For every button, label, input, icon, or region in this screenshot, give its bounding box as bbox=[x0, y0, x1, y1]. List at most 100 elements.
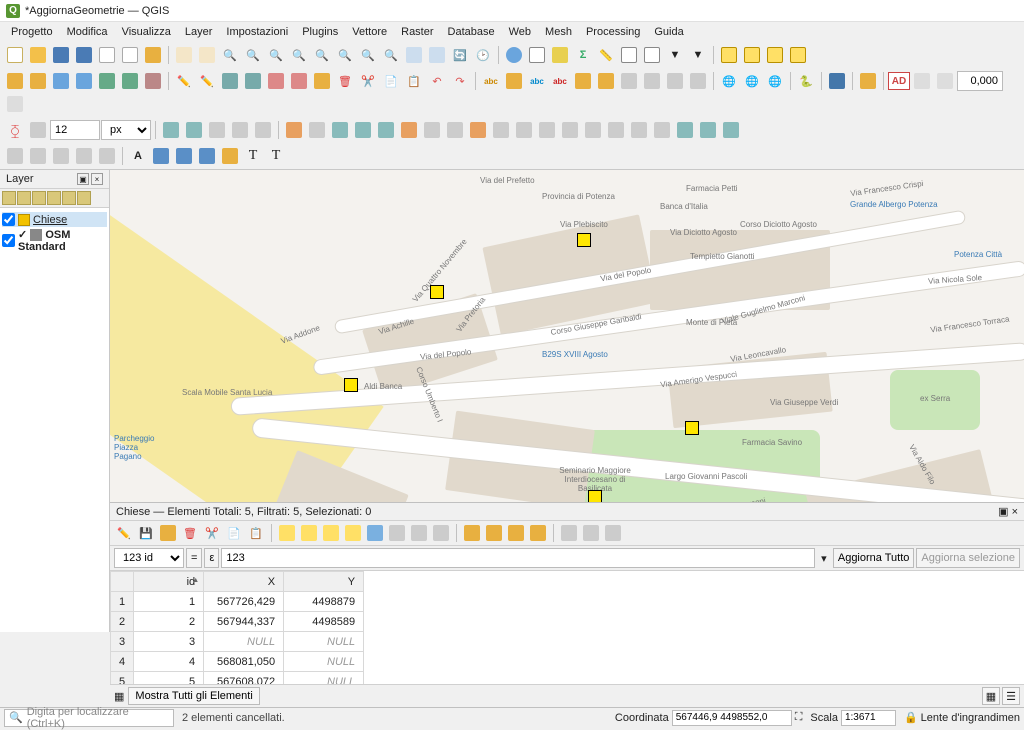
python-icon[interactable]: 🐍 bbox=[795, 70, 817, 92]
adv-digi-16-icon[interactable] bbox=[628, 119, 650, 141]
attr-table-icon[interactable] bbox=[526, 44, 548, 66]
adv-digi-13-icon[interactable] bbox=[559, 119, 581, 141]
zoom-out-icon[interactable]: 🔍 bbox=[242, 44, 264, 66]
map-marker[interactable] bbox=[685, 421, 699, 435]
layer-filter-icon[interactable] bbox=[47, 191, 61, 205]
update-all-button[interactable]: Aggiorna Tutto bbox=[833, 548, 915, 568]
shape-rect-icon[interactable] bbox=[4, 145, 26, 167]
processing-icon[interactable] bbox=[857, 70, 879, 92]
layer-checkbox[interactable] bbox=[2, 213, 15, 226]
globe-icon[interactable]: 🌐 bbox=[718, 70, 740, 92]
sigma-icon[interactable]: Σ bbox=[572, 44, 594, 66]
undo-icon[interactable]: ↶ bbox=[426, 70, 448, 92]
label-tool2-icon[interactable] bbox=[664, 70, 686, 92]
new-vector-icon[interactable] bbox=[50, 70, 72, 92]
move-feature-icon[interactable] bbox=[265, 70, 287, 92]
new-map-icon[interactable] bbox=[403, 44, 425, 66]
table-row[interactable]: 22567944,3374498589 bbox=[111, 612, 364, 632]
new-spatialite-icon[interactable] bbox=[119, 70, 141, 92]
snap-toggle-icon[interactable]: ⧲ bbox=[4, 119, 26, 141]
add-feature-icon[interactable] bbox=[219, 70, 241, 92]
adv-digi-20-icon[interactable] bbox=[720, 119, 742, 141]
adv-digi-10-icon[interactable] bbox=[490, 119, 512, 141]
snap-config-icon[interactable] bbox=[27, 119, 49, 141]
label-pin-icon[interactable]: abc bbox=[526, 70, 548, 92]
topo-edit-icon[interactable] bbox=[160, 119, 182, 141]
label-hide-icon[interactable]: abc bbox=[549, 70, 571, 92]
toggle-edit-icon[interactable]: ✏️ bbox=[173, 70, 195, 92]
add-vector-icon[interactable] bbox=[4, 70, 26, 92]
epsilon-button[interactable]: ε bbox=[204, 548, 219, 568]
extent-icon[interactable]: ⛶ bbox=[795, 711, 803, 724]
zoom-next-icon[interactable]: 🔍 bbox=[380, 44, 402, 66]
field-calc-icon[interactable] bbox=[528, 523, 548, 543]
panel-undock-icon[interactable]: ▣ bbox=[998, 506, 1008, 518]
organize-icon[interactable] bbox=[506, 523, 526, 543]
map-marker[interactable] bbox=[430, 285, 444, 299]
measure-icon[interactable]: 📏 bbox=[595, 44, 617, 66]
label-change-icon[interactable] bbox=[618, 70, 640, 92]
layer-checkbox[interactable] bbox=[2, 234, 15, 247]
modify-attr-icon[interactable] bbox=[311, 70, 333, 92]
table-row[interactable]: 33NULLNULL bbox=[111, 632, 364, 652]
menu-database[interactable]: Database bbox=[441, 24, 502, 40]
new-3d-icon[interactable] bbox=[426, 44, 448, 66]
select-all-icon[interactable] bbox=[787, 44, 809, 66]
form-view-icon[interactable]: ☰ bbox=[1002, 687, 1020, 705]
bookmark-icon[interactable] bbox=[641, 44, 663, 66]
cad-tool1-icon[interactable] bbox=[911, 70, 933, 92]
maptips-icon[interactable] bbox=[618, 44, 640, 66]
redo-icon[interactable]: ↷ bbox=[449, 70, 471, 92]
paste-icon[interactable]: 📋 bbox=[403, 70, 425, 92]
panel-close-icon[interactable]: × bbox=[91, 173, 103, 185]
delete-row-icon[interactable]: 🗑 bbox=[180, 523, 200, 543]
layer-tree[interactable]: Chiese ✓ OSM Standard bbox=[0, 208, 109, 632]
filter-sel-icon[interactable] bbox=[365, 523, 385, 543]
field-select[interactable]: 123 id bbox=[114, 548, 184, 568]
split-icon[interactable] bbox=[196, 145, 218, 167]
deselect-icon[interactable] bbox=[764, 44, 786, 66]
coord-input[interactable] bbox=[672, 710, 792, 726]
table-row[interactable]: 44568081,050NULL bbox=[111, 652, 364, 672]
vertex-tool-icon[interactable] bbox=[288, 70, 310, 92]
table-row[interactable]: 11567726,4294498879 bbox=[111, 592, 364, 612]
osm-icon[interactable]: 🌐 bbox=[764, 70, 786, 92]
qms-icon[interactable]: 🌐 bbox=[741, 70, 763, 92]
label-tool1-icon[interactable] bbox=[641, 70, 663, 92]
snap-distance-input[interactable] bbox=[50, 120, 100, 140]
annotation-icon[interactable]: ▼ bbox=[664, 44, 686, 66]
shape-circle-icon[interactable] bbox=[27, 145, 49, 167]
snap-area-icon[interactable] bbox=[252, 119, 274, 141]
menu-vettore[interactable]: Vettore bbox=[345, 24, 394, 40]
save-edits-icon[interactable]: 💾 bbox=[136, 523, 156, 543]
move-top-icon[interactable] bbox=[387, 523, 407, 543]
refresh-icon[interactable]: 🔄 bbox=[449, 44, 471, 66]
open-project-icon[interactable] bbox=[27, 44, 49, 66]
label-tool3-icon[interactable] bbox=[687, 70, 709, 92]
menu-layer[interactable]: Layer bbox=[178, 24, 220, 40]
adv-digi-14-icon[interactable] bbox=[582, 119, 604, 141]
menu-impostazioni[interactable]: Impostazioni bbox=[219, 24, 295, 40]
adv-digi-11-icon[interactable] bbox=[513, 119, 535, 141]
layer-visibility-icon[interactable] bbox=[32, 191, 46, 205]
select-features-icon[interactable] bbox=[718, 44, 740, 66]
layer-style-icon[interactable] bbox=[2, 191, 16, 205]
snap-self-icon[interactable] bbox=[229, 119, 251, 141]
adv-digi-6-icon[interactable] bbox=[398, 119, 420, 141]
layer-expand-icon[interactable] bbox=[62, 191, 76, 205]
adv-digi-17-icon[interactable] bbox=[651, 119, 673, 141]
deselect-icon[interactable] bbox=[343, 523, 363, 543]
new-field-icon[interactable] bbox=[462, 523, 482, 543]
copy-icon[interactable]: 📄 bbox=[224, 523, 244, 543]
table-view-icon[interactable]: ▦ bbox=[982, 687, 1000, 705]
save-as-icon[interactable] bbox=[73, 44, 95, 66]
adv-digi-18-icon[interactable] bbox=[674, 119, 696, 141]
save-edits-icon[interactable]: ✏️ bbox=[196, 70, 218, 92]
adv-digi-1-icon[interactable] bbox=[283, 119, 305, 141]
adv-digi-2-icon[interactable] bbox=[306, 119, 328, 141]
menu-visualizza[interactable]: Visualizza bbox=[115, 24, 178, 40]
adv-digi-9-icon[interactable] bbox=[467, 119, 489, 141]
new-virtual-icon[interactable] bbox=[142, 70, 164, 92]
identify-icon[interactable] bbox=[503, 44, 525, 66]
label-rotate-icon[interactable] bbox=[595, 70, 617, 92]
